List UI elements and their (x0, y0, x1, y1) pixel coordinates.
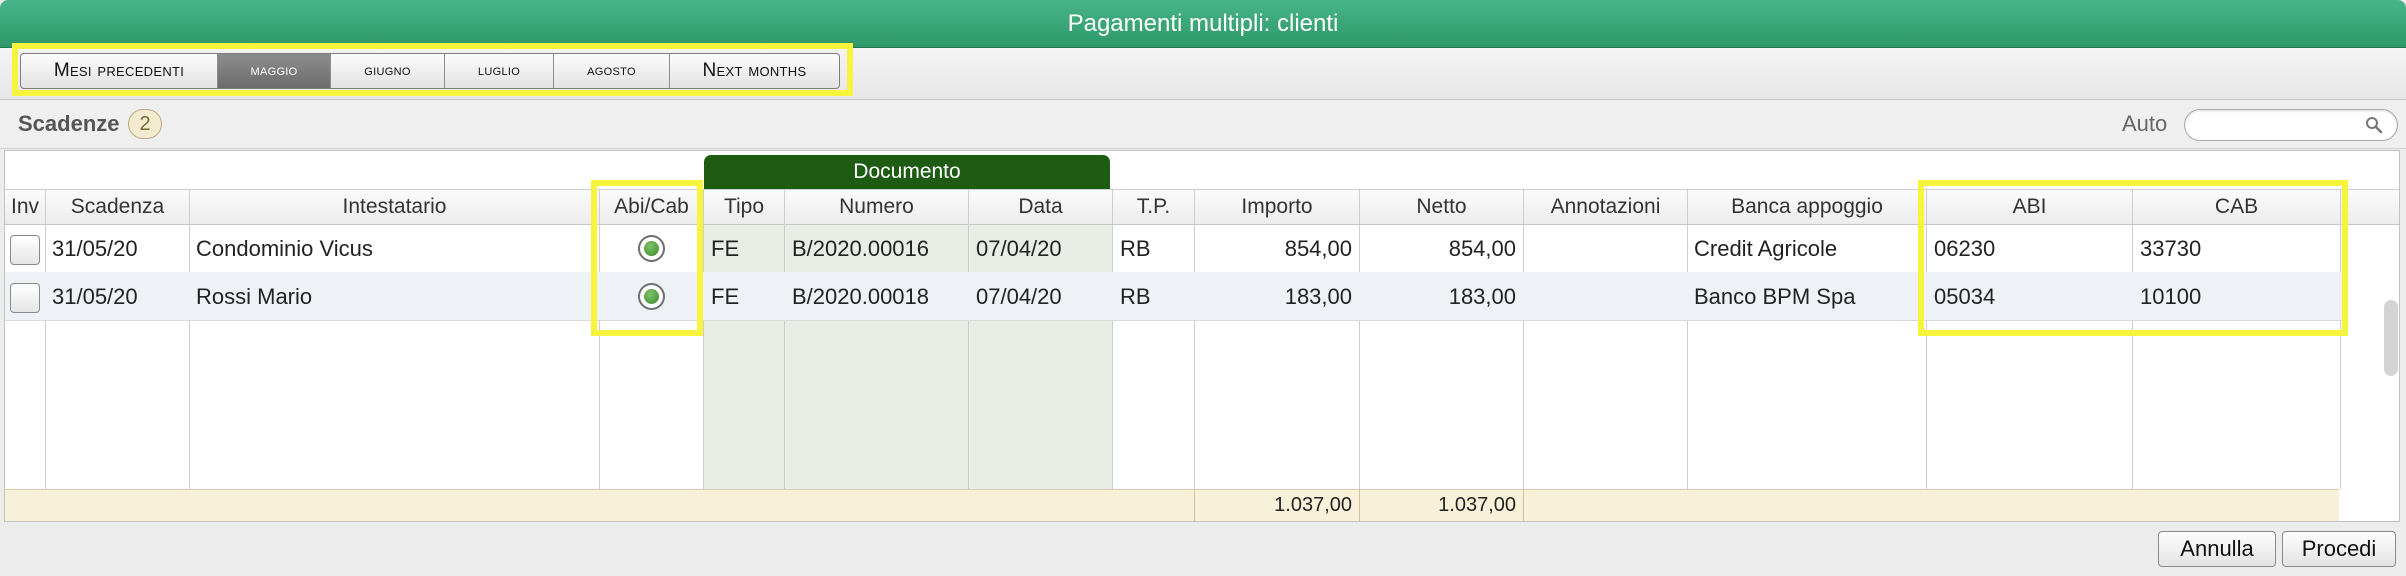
cell-importo: 183,00 (1284, 284, 1352, 309)
cell-tipo: FE (711, 284, 740, 309)
cell-netto: 854,00 (1448, 236, 1516, 261)
col-divider (1523, 189, 1524, 489)
document-group-header: Documento (704, 155, 1110, 189)
cell-numero: B/2020.00016 (792, 236, 930, 261)
col-tipo[interactable]: Tipo (704, 189, 784, 225)
auto-search-input[interactable] (2184, 109, 2398, 141)
list-title: Scadenze (18, 111, 120, 136)
highlight-abicab (591, 180, 703, 336)
highlight-months (12, 43, 853, 96)
cell-scadenza: 31/05/20 (52, 284, 138, 309)
col-divider (1687, 189, 1688, 489)
footer (0, 523, 2406, 576)
cancel-button[interactable]: Annulla (2158, 531, 2276, 567)
cell-tp: RB (1120, 284, 1151, 309)
col-data[interactable]: Data (969, 189, 1112, 225)
total-importo: 1.037,00 (1274, 494, 1352, 516)
window-title: Pagamenti multipli: clienti (0, 0, 2406, 48)
cell-importo: 854,00 (1284, 236, 1352, 261)
col-divider (703, 189, 704, 489)
count-badge: 2 (128, 109, 162, 139)
col-divider (968, 189, 969, 489)
col-importo[interactable]: Importo (1195, 189, 1359, 225)
total-netto: 1.037,00 (1438, 494, 1516, 516)
proceed-button[interactable]: Procedi (2282, 531, 2396, 567)
cell-numero: B/2020.00018 (792, 284, 930, 309)
col-intestatario[interactable]: Intestatario (190, 189, 599, 225)
col-divider (45, 189, 46, 489)
cell-scadenza: 31/05/20 (52, 236, 138, 261)
cell-netto: 183,00 (1448, 284, 1516, 309)
cell-tipo: FE (711, 236, 740, 261)
col-divider (1112, 189, 1113, 489)
inv-checkbox-row1[interactable] (10, 235, 40, 265)
col-annotazioni[interactable]: Annotazioni (1524, 189, 1687, 225)
inv-checkbox-row2[interactable] (10, 283, 40, 313)
col-banca[interactable]: Banca appoggio (1688, 189, 1926, 225)
col-scadenza[interactable]: Scadenza (46, 189, 189, 225)
col-tp[interactable]: T.P. (1113, 189, 1194, 225)
totals-row (5, 489, 2339, 521)
list-header: Scadenze 2 Auto (0, 101, 2406, 149)
cell-data: 07/04/20 (976, 284, 1062, 309)
col-netto[interactable]: Netto (1360, 189, 1523, 225)
highlight-abi-cab (1918, 180, 2348, 336)
col-divider (784, 189, 785, 489)
vertical-scrollbar[interactable] (2384, 300, 2398, 376)
cell-tp: RB (1120, 236, 1151, 261)
cell-banca: Banco BPM Spa (1694, 284, 1856, 309)
cell-data: 07/04/20 (976, 236, 1062, 261)
cell-intestatario: Rossi Mario (196, 284, 313, 309)
cell-banca: Credit Agricole (1694, 236, 1838, 261)
col-numero[interactable]: Numero (785, 189, 968, 225)
search-icon (2365, 116, 2383, 139)
col-inv[interactable]: Inv (5, 189, 45, 225)
auto-label: Auto (2122, 111, 2168, 136)
cell-intestatario: Condominio Vicus (196, 236, 373, 261)
col-divider (1523, 489, 1524, 521)
col-divider (189, 189, 190, 489)
